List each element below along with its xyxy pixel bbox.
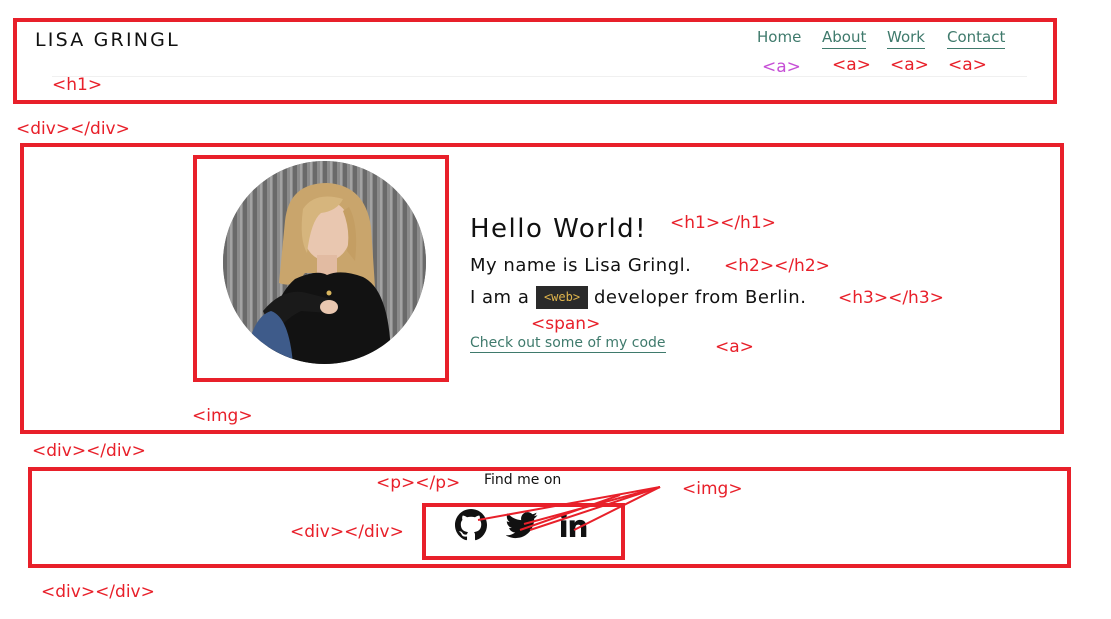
annotation-img-hero: <img> xyxy=(192,406,253,426)
github-icon[interactable] xyxy=(455,509,487,541)
annotation-p: <p></p> xyxy=(376,473,461,493)
annotation-div-inner: <div></div> xyxy=(290,522,404,542)
annotation-div-2: <div></div> xyxy=(32,441,146,461)
annotation-h1-logo: <h1> xyxy=(52,75,103,95)
nav-link-about[interactable]: About xyxy=(822,28,867,49)
annotation-h1-hero: <h1></h1> xyxy=(670,213,776,233)
annotation-a-about: <a> xyxy=(832,55,871,75)
hero-heading: Hello World! xyxy=(470,214,648,244)
annotation-div-1: <div></div> xyxy=(16,119,130,139)
profile-photo-illustration xyxy=(223,161,426,364)
nav-link-contact[interactable]: Contact xyxy=(947,28,1006,49)
annotation-a-home: <a> xyxy=(762,57,801,77)
annotation-a-contact: <a> xyxy=(948,55,987,75)
annotation-h2: <h2></h2> xyxy=(724,256,830,276)
hero-role-suffix: developer from Berlin. xyxy=(594,287,807,308)
header-divider xyxy=(52,76,1027,77)
code-link[interactable]: Check out some of my code xyxy=(470,335,666,353)
hero-role-prefix: I am a xyxy=(470,287,530,308)
profile-photo xyxy=(223,161,426,364)
find-me-text: Find me on xyxy=(484,472,562,488)
hero-name-line: My name is Lisa Gringl. xyxy=(470,255,692,276)
nav-link-work[interactable]: Work xyxy=(887,28,925,49)
annotation-img-footer: <img> xyxy=(682,479,743,499)
site-logo[interactable]: LISA GRINGL xyxy=(35,29,180,51)
annotation-span: <span> xyxy=(531,314,601,334)
linkedin-icon[interactable] xyxy=(557,509,589,541)
annotation-a-hero: <a> xyxy=(715,337,754,357)
twitter-icon[interactable] xyxy=(506,509,538,541)
nav-link-home[interactable]: Home xyxy=(757,28,801,48)
role-tag: <web> xyxy=(536,286,588,309)
annotation-h3: <h3></h3> xyxy=(838,288,944,308)
annotation-a-work: <a> xyxy=(890,55,929,75)
annotation-div-3: <div></div> xyxy=(41,582,155,602)
